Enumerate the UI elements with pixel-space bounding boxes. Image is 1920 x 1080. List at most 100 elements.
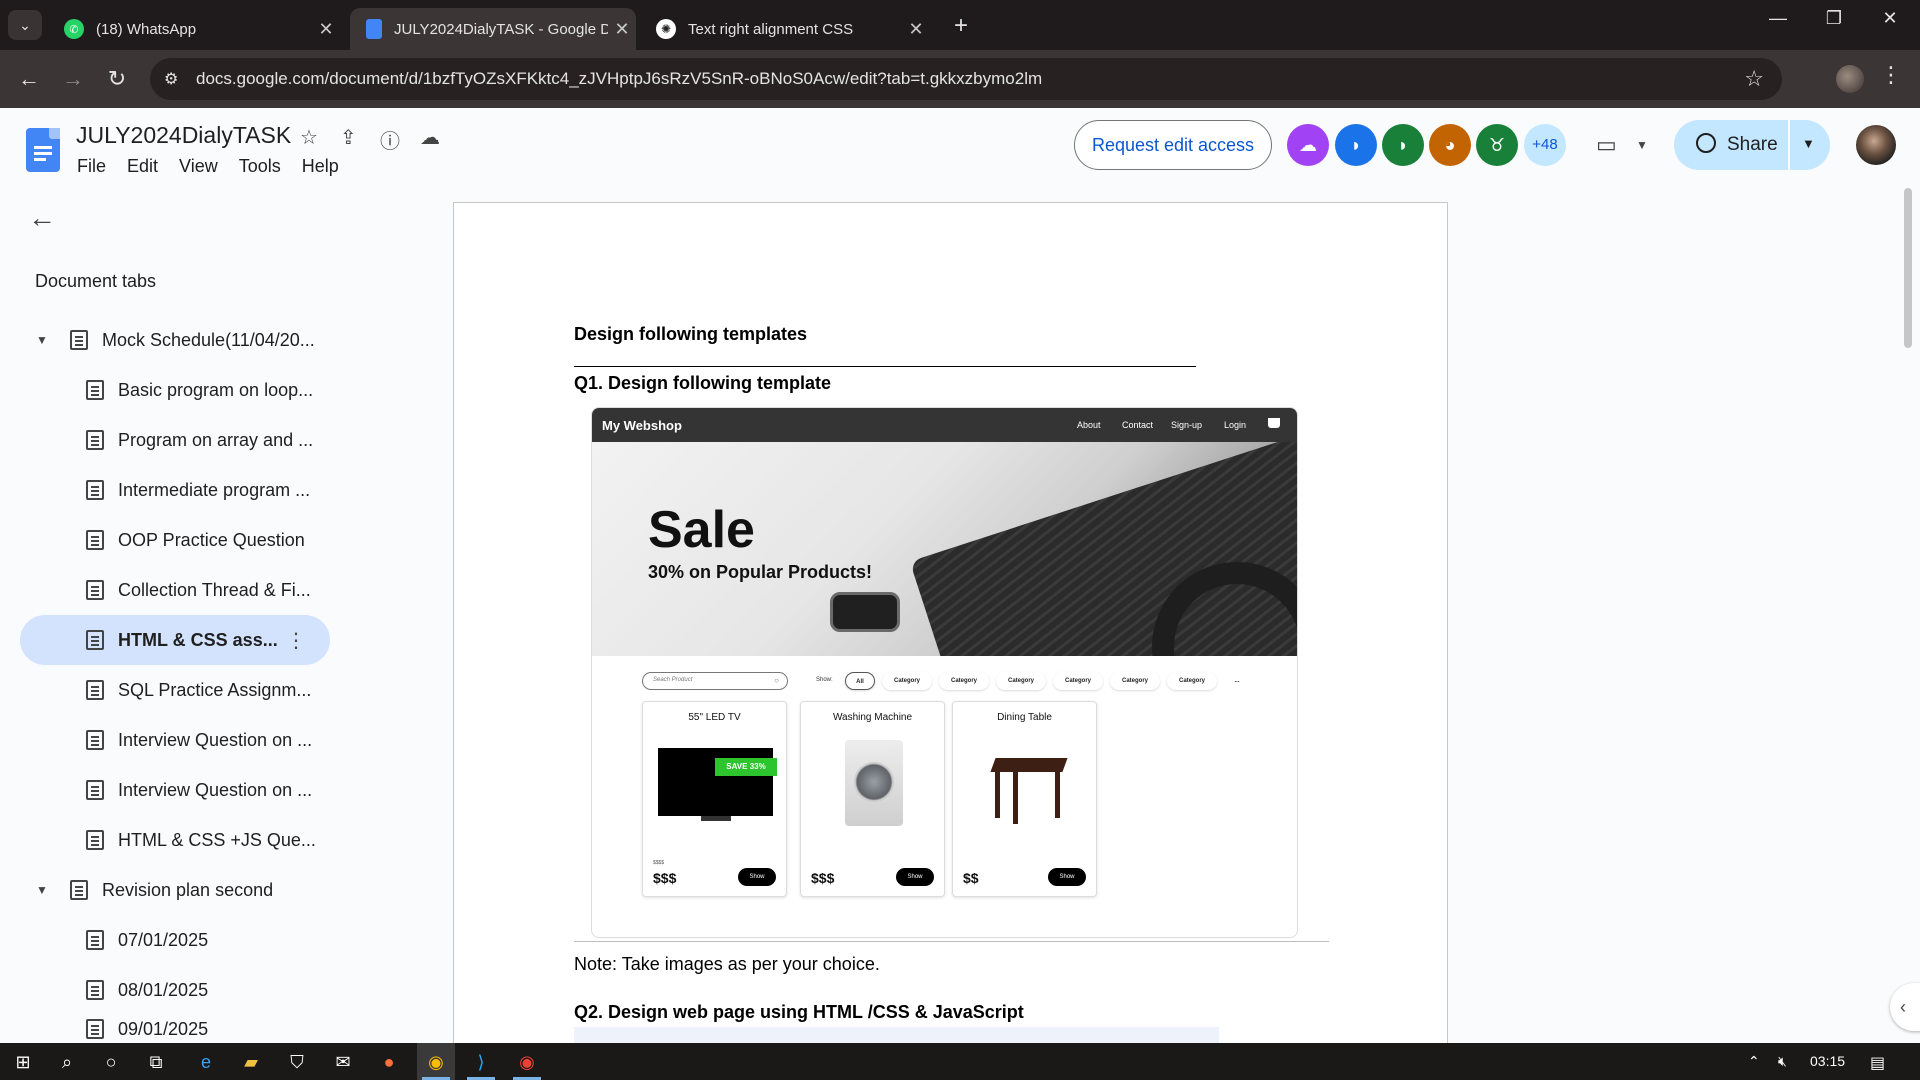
collaborator-avatar[interactable]: ◗ [1335, 124, 1377, 166]
menu-view[interactable]: View [179, 156, 218, 177]
menu-edit[interactable]: Edit [127, 156, 158, 177]
tab-google-docs[interactable]: JULY2024DialyTASK - Google Do ✕ [350, 8, 636, 50]
more-collaborators-badge[interactable]: +48 [1524, 124, 1566, 166]
minimize-button[interactable]: — [1758, 8, 1798, 29]
back-button[interactable]: ← [14, 64, 44, 94]
sidebar-item[interactable]: HTML & CSS +JS Que... [86, 815, 336, 865]
chevron-down-icon[interactable]: ▼ [1802, 136, 1815, 151]
browser-profile-avatar[interactable] [1836, 65, 1864, 93]
bookmark-star-icon[interactable]: ☆ [1744, 66, 1764, 92]
clock-time[interactable]: 03:15 [1810, 1053, 1845, 1069]
vertical-scrollbar[interactable] [1904, 188, 1912, 348]
menu-file[interactable]: File [77, 156, 106, 177]
store-icon[interactable]: ⛉ [284, 1049, 310, 1075]
sidebar-item[interactable]: SQL Practice Assignm... [86, 665, 336, 715]
edge-icon[interactable]: e [193, 1049, 219, 1075]
sidebar-item[interactable]: Basic program on loop... [86, 365, 336, 415]
vscode-icon[interactable]: ⟩ [468, 1049, 494, 1075]
tab-chatgpt[interactable]: ✺ Text right alignment CSS ✕ [640, 8, 930, 50]
menu-help[interactable]: Help [302, 156, 339, 177]
side-panel-toggle[interactable]: ‹ [1890, 983, 1920, 1031]
close-icon[interactable]: ✕ [902, 19, 930, 40]
google-docs-icon [366, 19, 382, 39]
forward-button[interactable]: → [58, 64, 88, 94]
sidebar-item[interactable]: OOP Practice Question [86, 515, 336, 565]
document-title[interactable]: JULY2024DialyTASK [76, 122, 291, 149]
more-options-icon[interactable]: ⋮ [286, 628, 306, 653]
sidebar-item-mock-schedule[interactable]: ▼ Mock Schedule(11/04/20... [36, 315, 336, 365]
sidebar-item[interactable]: Interview Question on ... [86, 715, 336, 765]
move-to-drive-icon[interactable]: ⇪ [340, 125, 357, 150]
chevron-up-icon[interactable]: ⌃ [1748, 1053, 1760, 1070]
sidebar-item[interactable]: 07/01/2025 [86, 915, 336, 965]
file-explorer-icon[interactable]: ▰ [238, 1049, 264, 1075]
search-icon[interactable]: ⌕ [54, 1049, 80, 1075]
document-icon [86, 580, 104, 600]
notification-icon[interactable]: ▤ [1870, 1053, 1885, 1073]
account-avatar[interactable] [1856, 125, 1896, 165]
sidebar-item[interactable]: Interview Question on ... [86, 765, 336, 815]
mock-product-card: 55" LED TV SAVE 33% $$$$ $$$ Show [642, 701, 787, 897]
mock-nav-link: Login [1224, 420, 1247, 430]
whatsapp-icon: ✆ [64, 19, 84, 39]
sidebar-item-revision-plan[interactable]: ▼ Revision plan second [36, 865, 336, 915]
restore-button[interactable]: ❐ [1814, 8, 1854, 29]
firefox-icon[interactable]: ● [376, 1049, 402, 1075]
close-icon[interactable]: ✕ [608, 19, 636, 40]
document-icon [86, 980, 104, 1000]
sidebar-item[interactable]: 09/01/2025 [86, 1015, 336, 1043]
menu-tools[interactable]: Tools [239, 156, 281, 177]
task-view-icon[interactable]: ⧉ [143, 1049, 169, 1075]
close-icon[interactable]: ✕ [312, 19, 340, 40]
sidebar-item[interactable]: Intermediate program ... [86, 465, 336, 515]
sidebar-item[interactable]: Collection Thread & Fi... [86, 565, 336, 615]
chrome-icon[interactable]: ◉ [514, 1049, 540, 1075]
tab-whatsapp[interactable]: ✆ (18) WhatsApp ✕ [48, 8, 340, 50]
share-label: Share [1727, 134, 1778, 155]
cortana-icon[interactable]: ○ [98, 1049, 124, 1075]
request-edit-access-button[interactable]: Request edit access [1074, 120, 1272, 170]
share-button[interactable]: Share ▼ [1674, 120, 1830, 170]
mock-chip: Category [1053, 672, 1103, 690]
collaborator-avatar[interactable]: ☁ [1287, 124, 1329, 166]
new-tab-button[interactable]: + [948, 12, 974, 40]
sidebar-item[interactable]: 08/01/2025 [86, 965, 336, 1015]
sidebar-item-selected[interactable]: HTML & CSS ass... ⋮ [20, 615, 330, 665]
document-icon [86, 1019, 104, 1039]
close-window-button[interactable]: ✕ [1870, 8, 1910, 29]
dining-table-image [990, 758, 1068, 772]
question-2-heading: Q2. Design web page using HTML /CSS & Ja… [574, 1002, 1024, 1022]
chrome-icon[interactable]: ◉ [423, 1049, 449, 1075]
google-docs-logo[interactable] [26, 128, 60, 172]
collaborator-avatar[interactable]: ♉ [1476, 124, 1518, 166]
collaborator-avatar[interactable]: ◗ [1382, 124, 1424, 166]
tab-title: (18) WhatsApp [96, 20, 197, 38]
url-field[interactable]: ⚙ docs.google.com/document/d/1bzfTyOZsXF… [150, 58, 1782, 100]
star-icon[interactable]: ☆ [300, 125, 318, 150]
sidebar-heading: Document tabs [35, 271, 157, 291]
tab-search-button[interactable]: ⌄ [8, 10, 42, 40]
site-settings-icon[interactable]: ⚙ [164, 69, 178, 89]
cloud-status-icon[interactable]: ☁ [420, 125, 440, 150]
chevron-down-icon[interactable]: ▼ [36, 883, 54, 897]
sidebar-item[interactable]: Program on array and ... [86, 415, 336, 465]
chevron-down-icon[interactable]: ▼ [36, 333, 54, 347]
mail-icon[interactable]: ✉ [330, 1049, 356, 1075]
sidebar-item-label: Collection Thread & Fi... [118, 579, 311, 600]
mock-nav-link: About [1077, 420, 1101, 430]
table-leg [995, 772, 1000, 818]
chevron-down-icon[interactable]: ▼ [1636, 138, 1648, 152]
info-icon[interactable]: ⓘ [380, 125, 400, 154]
mock-navbar: My Webshop About Contact Sign-up Login [592, 408, 1297, 442]
webshop-template-image: My Webshop About Contact Sign-up Login S… [591, 407, 1298, 938]
back-arrow-icon[interactable]: ← [28, 202, 56, 234]
windows-start-icon[interactable]: ⊞ [10, 1049, 36, 1075]
document-page[interactable]: Design following templates Q1. Design fo… [453, 202, 1448, 1062]
browser-menu-icon[interactable]: ⋮ [1880, 62, 1902, 88]
volume-muted-icon[interactable]: 🔇︎ [1778, 1053, 1787, 1070]
url-text: docs.google.com/document/d/1bzfTyOZsXFKk… [196, 69, 1043, 88]
collaborator-avatar[interactable]: ◕ [1429, 124, 1471, 166]
meet-camera-icon[interactable]: ▭ [1596, 132, 1617, 158]
reload-button[interactable]: ↻ [102, 64, 132, 94]
sidebar-item-label: Intermediate program ... [118, 479, 311, 500]
